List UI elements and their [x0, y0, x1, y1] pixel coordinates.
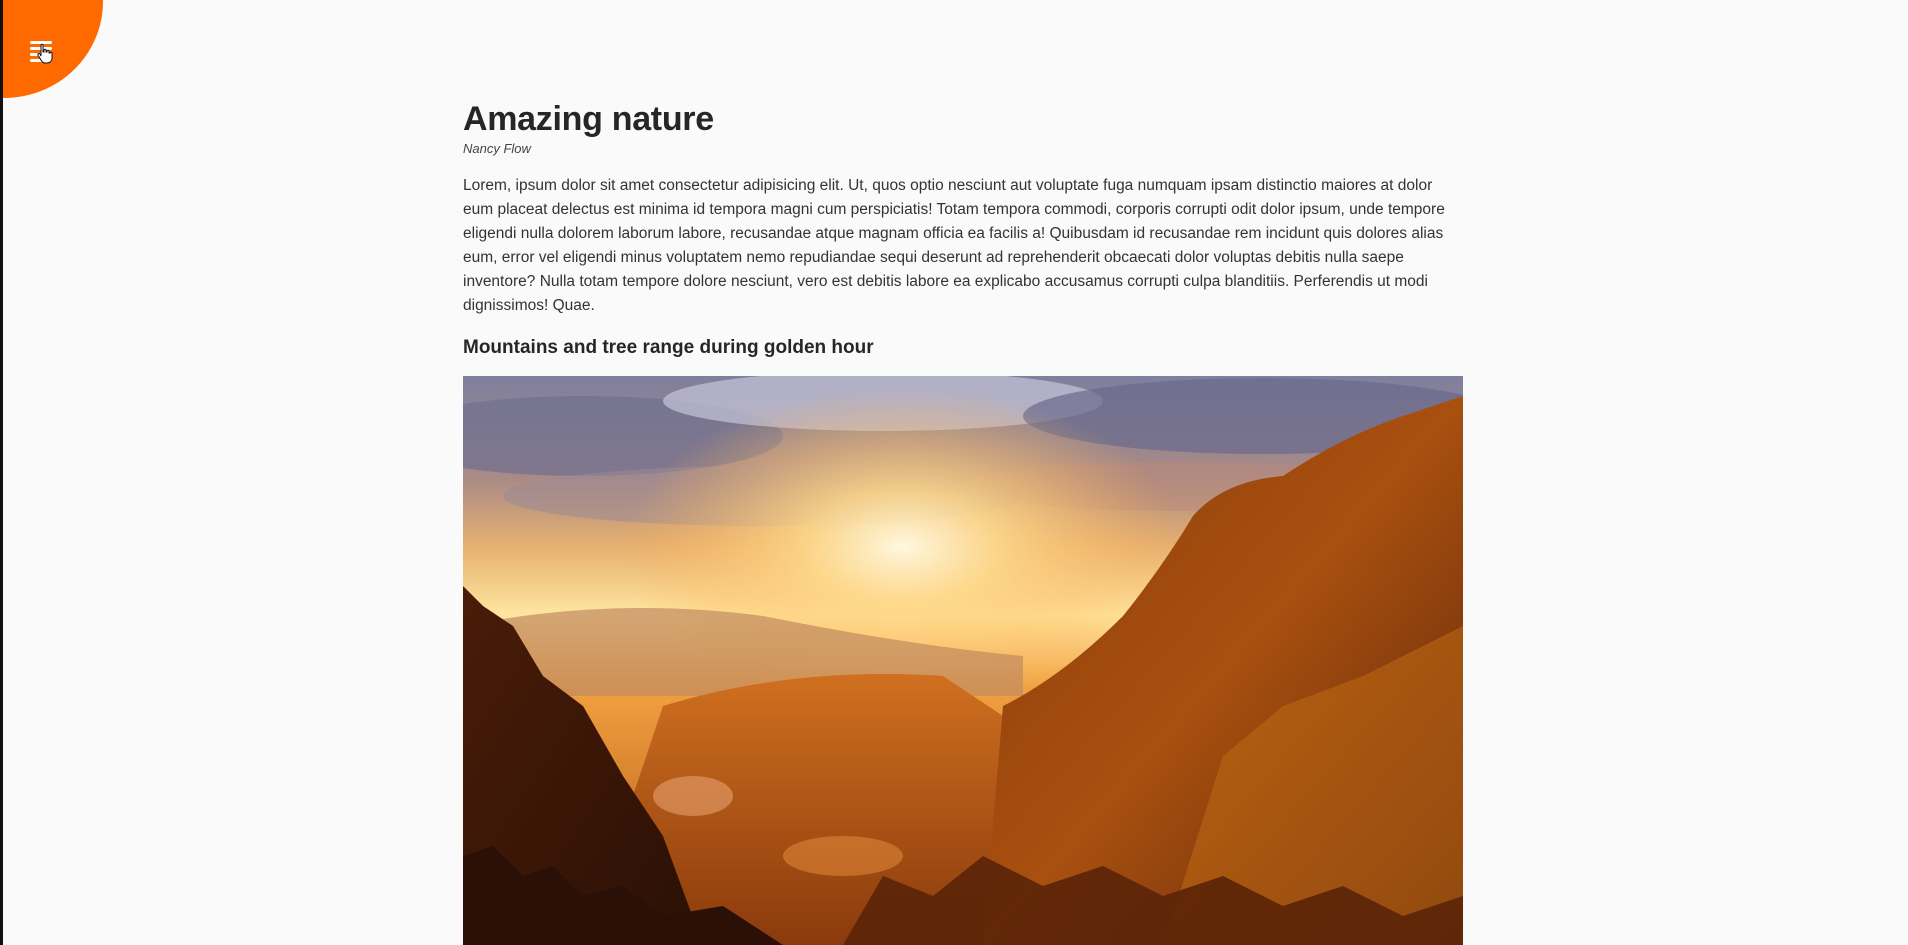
nature-photo: [463, 376, 1463, 945]
window-left-edge: [0, 0, 3, 945]
article-body: Lorem, ipsum dolor sit amet consectetur …: [463, 177, 1445, 314]
article-author: Nancy Flow: [463, 141, 531, 156]
image-caption-heading: Mountains and tree range during golden h…: [463, 337, 874, 358]
article: Amazing nature Nancy Flow Lorem, ipsum d…: [463, 98, 1463, 362]
hamburger-menu-icon[interactable]: [28, 38, 54, 64]
article-title: Amazing nature: [463, 100, 714, 138]
